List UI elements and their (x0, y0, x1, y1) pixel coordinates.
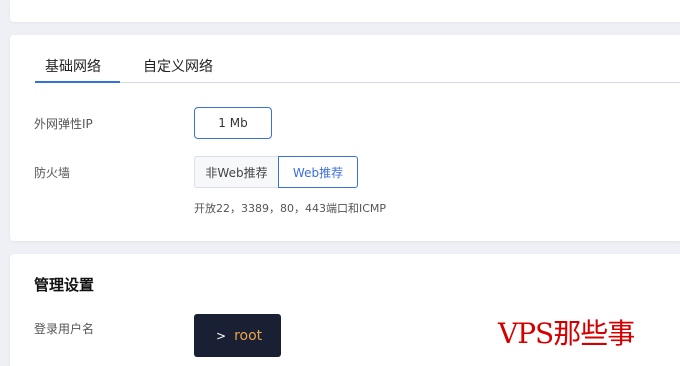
username-label: 登录用户名 (34, 322, 95, 336)
firewall-note: 开放22，3389，80，443端口和ICMP (194, 202, 387, 215)
watermark: VPS那些事 (498, 317, 635, 350)
tab-custom-network[interactable]: 自定义网络 (143, 56, 213, 76)
firewall-toggle-group: 非Web推荐 Web推荐 (194, 156, 358, 188)
username-value: root (234, 327, 263, 344)
bandwidth-label: 外网弹性IP (34, 117, 93, 131)
active-tab-indicator (35, 81, 120, 83)
tab-basic-network[interactable]: 基础网络 (45, 56, 101, 76)
network-tabs: 基础网络 自定义网络 (35, 35, 680, 83)
firewall-option-web[interactable]: Web推荐 (278, 156, 358, 188)
prompt-icon: > (216, 328, 227, 343)
firewall-label: 防火墙 (34, 166, 71, 180)
network-card: 基础网络 自定义网络 外网弹性IP 1 Mb 防火墙 非Web推荐 Web推荐 … (10, 35, 680, 241)
username-field[interactable]: > root (194, 314, 281, 357)
firewall-option-non-web[interactable]: 非Web推荐 (194, 156, 278, 188)
section-title: 管理设置 (34, 276, 95, 294)
bandwidth-button[interactable]: 1 Mb (194, 107, 272, 139)
previous-section-card (10, 0, 680, 22)
